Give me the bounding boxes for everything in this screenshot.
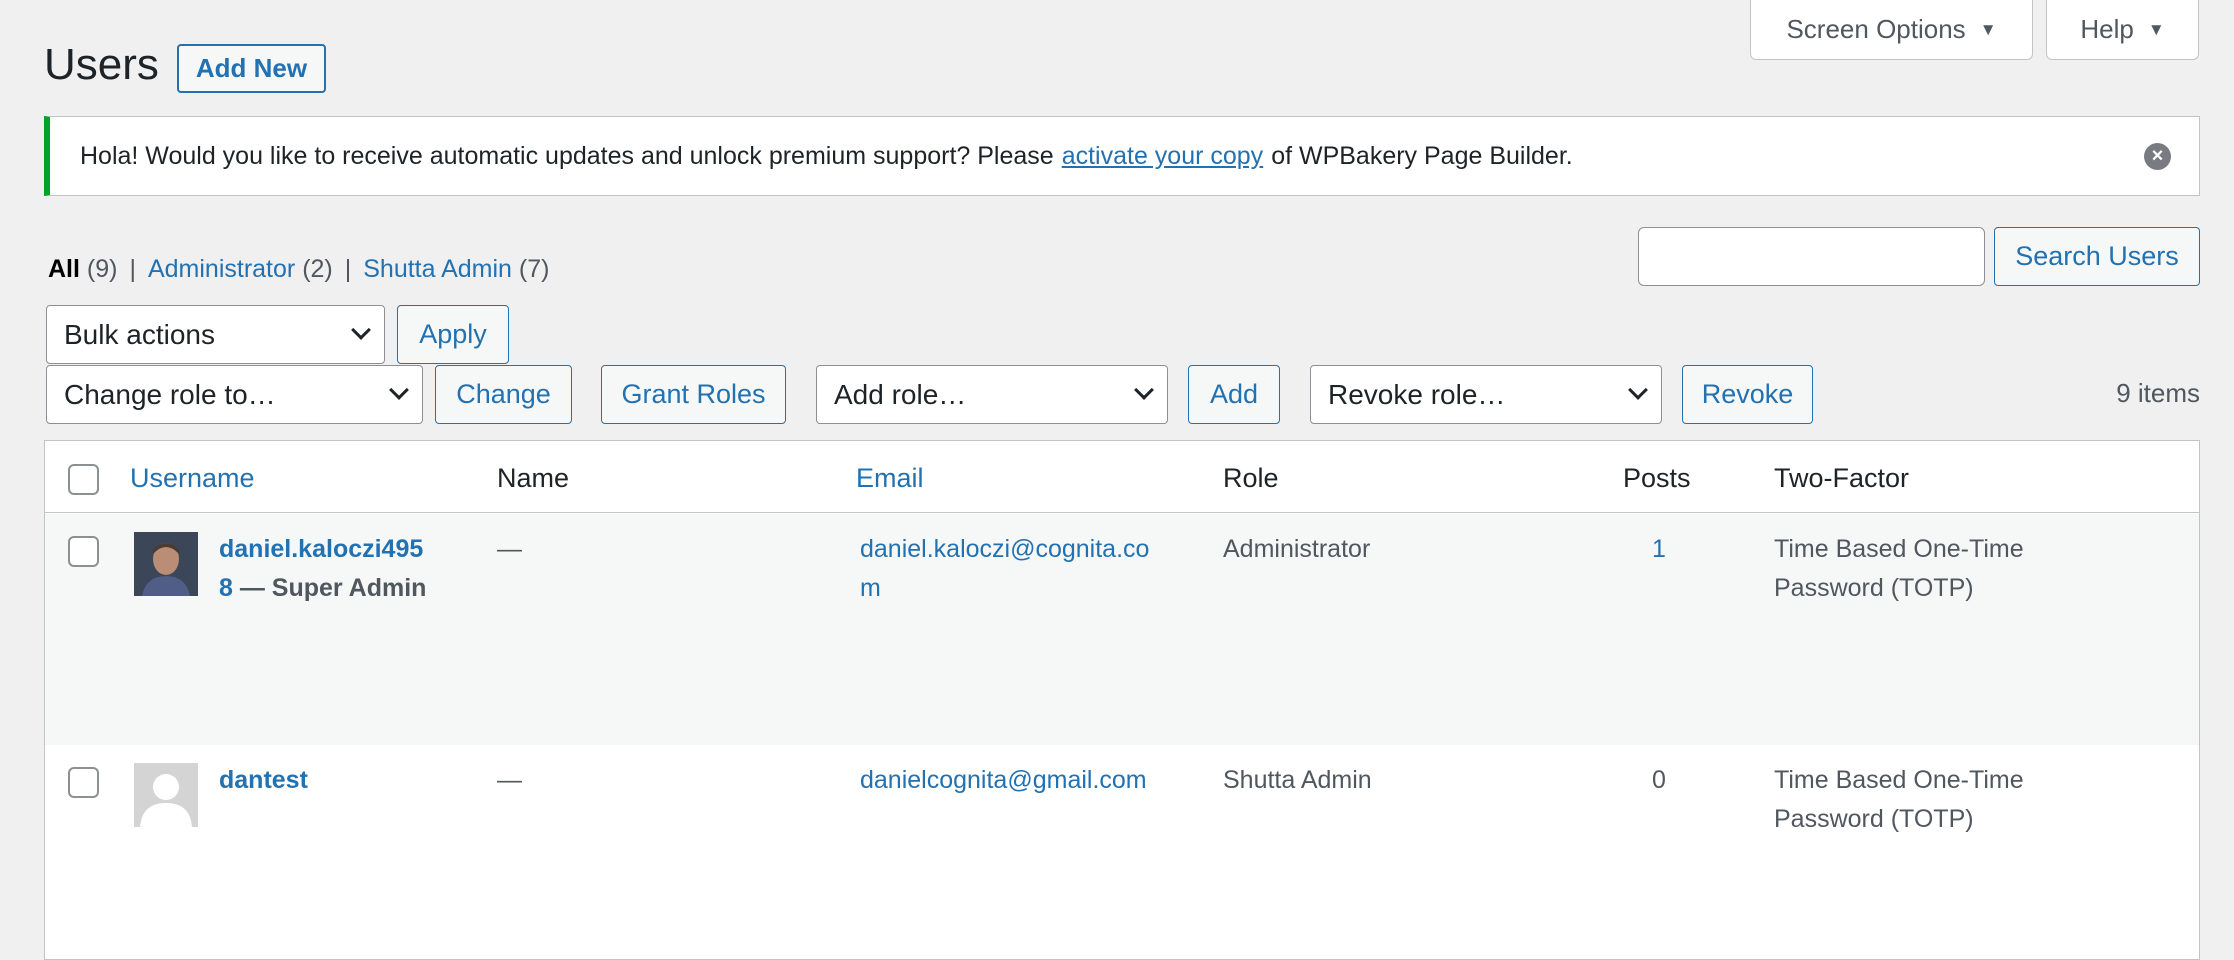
filter-administrator-count: (2) (302, 255, 333, 283)
select-all-checkbox[interactable] (68, 464, 99, 495)
email-cell: danielcognita@gmail.com (860, 761, 1147, 800)
filter-shutta-admin-count: (7) (518, 255, 550, 283)
role-cell: Shutta Admin (1223, 766, 1372, 794)
grant-roles-button[interactable]: Grant Roles (601, 365, 786, 424)
dismiss-notice-icon[interactable]: × (2144, 143, 2171, 170)
filter-shutta-admin-label: Shutta Admin (363, 255, 512, 283)
username-link-wrap[interactable]: 8 (219, 574, 233, 602)
revoke-button[interactable]: Revoke (1682, 365, 1813, 424)
column-role: Role (1223, 463, 1279, 493)
chevron-down-icon (1134, 380, 1154, 400)
row-checkbox[interactable] (68, 767, 99, 798)
filter-all[interactable]: All (9) (48, 255, 117, 284)
items-count: 9 items (2116, 378, 2200, 408)
bulk-actions-select[interactable]: Bulk actions (46, 305, 385, 364)
table-row: dantest — danielcognita@gmail.com Shutta… (45, 745, 2199, 938)
search-users-button[interactable]: Search Users (1994, 227, 2200, 286)
screen-options-label: Screen Options (1786, 14, 1966, 44)
notice-text-after: of WPBakery Page Builder. (1271, 141, 1573, 170)
two-factor-line1: Time Based One-Time (1774, 535, 2024, 563)
change-button[interactable]: Change (435, 365, 572, 424)
filter-all-count: (9) (86, 255, 118, 283)
help-tab[interactable]: Help ▼ (2046, 0, 2199, 60)
add-role-select[interactable]: Add role… (816, 365, 1168, 424)
separator: | (344, 255, 352, 283)
username-link[interactable]: daniel.kaloczi495 (219, 535, 423, 563)
name-cell: — (497, 535, 522, 563)
apply-button[interactable]: Apply (397, 305, 509, 364)
chevron-down-icon (351, 320, 371, 340)
help-label: Help (2080, 14, 2134, 44)
super-admin-label: — Super Admin (239, 574, 427, 602)
search-users-input[interactable] (1638, 227, 1985, 286)
avatar (134, 532, 198, 596)
column-username[interactable]: Username (130, 463, 255, 494)
column-two-factor: Two-Factor (1774, 463, 1910, 493)
change-role-value: Change role to… (64, 378, 276, 410)
column-posts: Posts (1623, 463, 1691, 493)
filter-shutta-admin[interactable]: Shutta Admin (7) (363, 255, 549, 284)
filter-administrator-label: Administrator (147, 255, 296, 283)
table-row: daniel.kaloczi495 8 — Super Admin — dani… (45, 514, 2199, 745)
activate-copy-link[interactable]: activate your copy (1062, 142, 1264, 171)
email-link[interactable]: daniel.kaloczi@cognita.co (860, 535, 1149, 563)
filter-administrator[interactable]: Administrator (2) (148, 255, 333, 284)
posts-cell: 0 (1652, 766, 1666, 794)
filter-all-label: All (48, 255, 80, 283)
default-avatar-icon (134, 763, 198, 827)
row-checkbox[interactable] (68, 536, 99, 567)
users-table: Username Name Email Role Posts Two-Facto… (44, 440, 2200, 960)
screen-options-tab[interactable]: Screen Options ▼ (1750, 0, 2033, 60)
bulk-actions-value: Bulk actions (64, 318, 215, 350)
caret-down-icon: ▼ (1979, 19, 1997, 39)
two-factor-line2: Password (TOTP) (1774, 574, 1974, 602)
posts-link[interactable]: 1 (1652, 530, 1666, 569)
username-cell: dantest (219, 761, 308, 800)
email-link[interactable]: danielcognita@gmail.com (860, 766, 1147, 794)
two-factor-cell: Time Based One-Time Password (TOTP) (1774, 530, 2074, 608)
chevron-down-icon (1628, 380, 1648, 400)
notice-text-before: Hola! Would you like to receive automati… (80, 141, 1054, 170)
email-link-wrap[interactable]: m (860, 574, 881, 602)
separator: | (129, 255, 136, 283)
username-cell: daniel.kaloczi495 8 — Super Admin (219, 530, 479, 608)
two-factor-line2: Password (TOTP) (1774, 805, 1974, 833)
add-role-button[interactable]: Add (1188, 365, 1280, 424)
add-role-value: Add role… (834, 378, 967, 410)
column-name: Name (497, 463, 570, 493)
page-title: Users (44, 40, 159, 89)
chevron-down-icon (389, 380, 409, 400)
wpbakery-notice: Hola! Would you like to receive automati… (44, 116, 2200, 196)
two-factor-line1: Time Based One-Time (1774, 766, 2024, 794)
table-header: Username Name Email Role Posts Two-Facto… (45, 441, 2199, 513)
name-cell: — (497, 766, 522, 794)
caret-down-icon: ▼ (2147, 19, 2165, 39)
two-factor-cell: Time Based One-Time Password (TOTP) (1774, 761, 2074, 839)
change-role-select[interactable]: Change role to… (46, 365, 423, 424)
revoke-role-value: Revoke role… (1328, 378, 1506, 410)
role-filter-links: All (9) | Administrator (2) | Shutta Adm… (48, 255, 549, 284)
role-cell: Administrator (1223, 535, 1371, 563)
username-link[interactable]: dantest (219, 766, 308, 794)
email-cell: daniel.kaloczi@cognita.co m (860, 530, 1200, 608)
user-photo-icon (134, 532, 198, 596)
avatar (134, 763, 198, 827)
column-email[interactable]: Email (856, 463, 924, 494)
revoke-role-select[interactable]: Revoke role… (1310, 365, 1662, 424)
add-new-button[interactable]: Add New (177, 44, 326, 93)
